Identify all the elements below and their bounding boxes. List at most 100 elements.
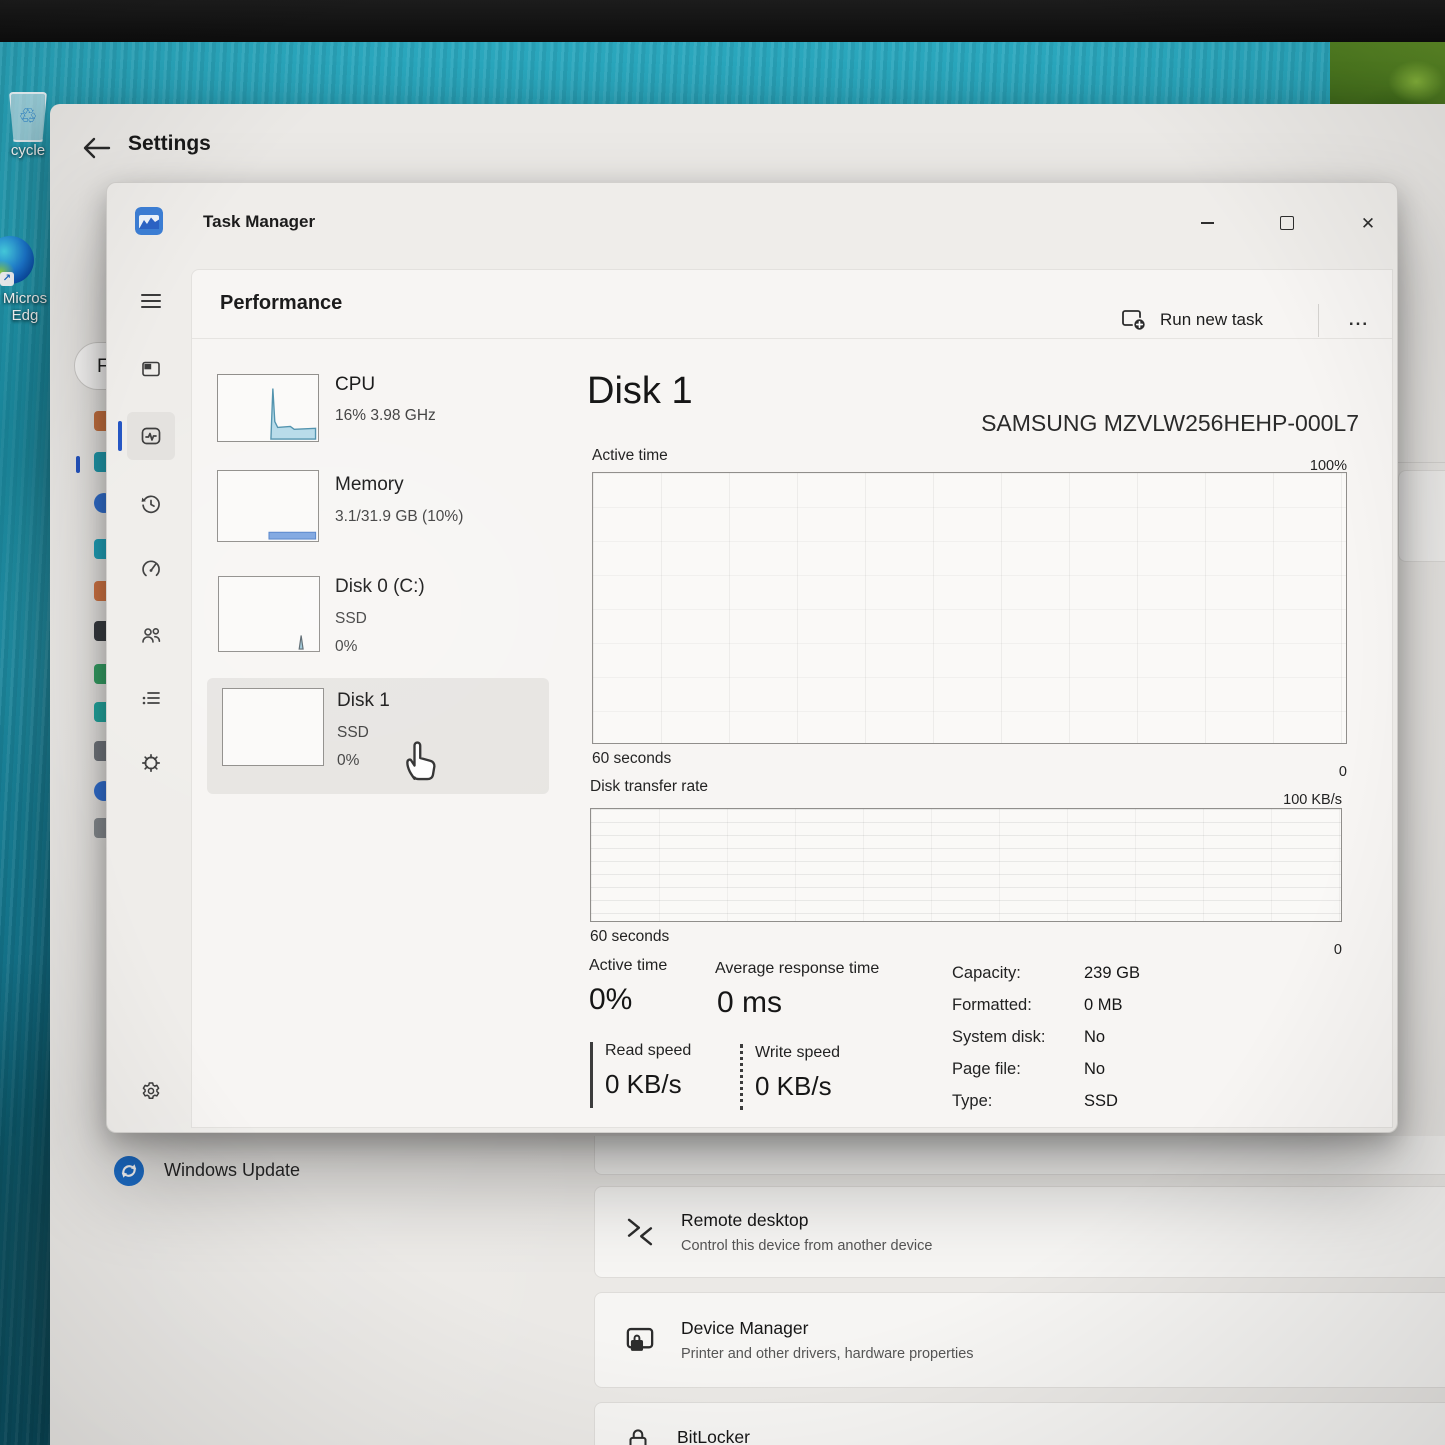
recycle-bin-label: cycle (2, 142, 54, 159)
sidebar-item-windows-update[interactable]: Windows Update (164, 1160, 300, 1181)
perf-item-name: Memory (335, 474, 404, 496)
startup-apps-icon (139, 557, 163, 581)
avg-response-stat-value: 0 ms (717, 986, 782, 1020)
sidebar-item-services[interactable] (129, 741, 173, 785)
back-button[interactable] (76, 128, 116, 168)
card-subtitle: Printer and other drivers, hardware prop… (681, 1346, 974, 1362)
performance-icon (139, 424, 163, 448)
window-title: Task Manager (203, 212, 315, 232)
read-speed-label: Read speed (605, 1042, 735, 1060)
transfer-min: 0 (1222, 942, 1342, 958)
task-manager-app-icon (135, 207, 163, 235)
page-title: Performance (220, 292, 342, 315)
stat-label: Formatted: (952, 996, 1032, 1015)
perf-item-memory[interactable]: Memory 3.1/31.9 GB (10%) (217, 470, 557, 562)
recycle-bin-icon: ♲ (9, 92, 47, 142)
settings-card-bitlocker[interactable]: BitLocker (594, 1402, 1445, 1445)
sidebar-selected-accent (118, 421, 122, 451)
lock-icon (623, 1425, 653, 1445)
menu-icon (139, 289, 163, 313)
write-speed-block: Write speed 0 KB/s (740, 1044, 885, 1110)
perf-item-disk0[interactable]: Disk 0 (C:) SSD 0% (218, 576, 558, 672)
settings-page-title: Settings (128, 132, 211, 156)
back-arrow-icon (76, 128, 116, 168)
card-title: BitLocker (677, 1427, 750, 1445)
shortcut-arrow-icon: ↗ (0, 272, 14, 286)
users-icon (139, 623, 163, 647)
more-options-button[interactable]: ... (1332, 300, 1386, 340)
card-title: Device Manager (681, 1318, 974, 1339)
toolbar-divider (1318, 304, 1319, 337)
sidebar-settings-button[interactable] (129, 1069, 173, 1113)
read-speed-block: Read speed 0 KB/s (590, 1042, 735, 1108)
stat-value: 239 GB (1084, 964, 1140, 983)
desktop-icon-microsoft-edge[interactable]: ↗ Micros Edg (0, 236, 52, 324)
active-time-chart-label: Active time (592, 447, 668, 465)
stat-label: Type: (952, 1092, 992, 1111)
processes-icon (139, 357, 163, 381)
desktop-icon-recycle-bin[interactable]: ♲ cycle (2, 92, 54, 159)
run-new-task-label: Run new task (1160, 310, 1263, 330)
settings-card-fragment[interactable] (594, 1136, 1445, 1175)
sidebar-item-processes[interactable] (129, 347, 173, 391)
transfer-chart-max: 100 KB/s (1222, 792, 1342, 808)
sidebar-item-app-history[interactable] (129, 482, 173, 526)
maximize-button[interactable] (1264, 205, 1310, 241)
active-time-xspan: 60 seconds (592, 750, 671, 768)
task-manager-window: Task Manager ✕ (106, 182, 1398, 1133)
perf-item-detail: 16% 3.98 GHz (335, 407, 436, 425)
right-card-fragment[interactable] (1398, 470, 1445, 562)
device-manager-icon (623, 1323, 657, 1357)
screen-photo: ♲ cycle ↗ Micros Edg Settings F (0, 0, 1445, 1445)
card-subtitle: Control this device from another device (681, 1238, 932, 1254)
active-time-chart (592, 472, 1347, 744)
stat-label: Capacity: (952, 964, 1021, 983)
run-new-task-icon (1120, 307, 1148, 333)
performance-panel: Performance Run new task ... CPU 16% 3 (191, 269, 1393, 1128)
remote-desktop-icon (623, 1215, 657, 1249)
sidebar-item-performance[interactable] (129, 414, 173, 458)
details-icon (139, 686, 163, 710)
close-icon: ✕ (1361, 215, 1375, 232)
windows-update-icon[interactable] (114, 1156, 144, 1186)
settings-card-device-manager[interactable]: Device Manager Printer and other drivers… (594, 1292, 1445, 1388)
transfer-chart (590, 808, 1342, 922)
active-time-stat-value: 0% (589, 983, 632, 1017)
detail-heading: Disk 1 (587, 370, 693, 413)
stat-value: No (1084, 1028, 1105, 1047)
perf-item-sub: SSD (335, 610, 367, 628)
minimize-button[interactable] (1184, 205, 1230, 241)
perf-item-name: CPU (335, 374, 375, 396)
close-button[interactable]: ✕ (1345, 205, 1391, 241)
services-icon (139, 751, 163, 775)
maximize-icon (1280, 216, 1294, 230)
stat-value: 0 MB (1084, 996, 1123, 1015)
right-card-edge (1396, 462, 1445, 463)
edge-label-1: Micros (0, 290, 52, 307)
transfer-xspan: 60 seconds (590, 928, 669, 946)
cursor-hand (398, 732, 444, 784)
perf-item-disk1[interactable]: Disk 1 SSD 0% (222, 688, 562, 788)
device-model: SAMSUNG MZVLW256HEHP-000L7 (892, 410, 1359, 437)
settings-gear-icon (139, 1079, 163, 1103)
sidebar-item-startup-apps[interactable] (129, 547, 173, 591)
perf-item-detail: 0% (337, 752, 359, 770)
transfer-chart-label: Disk transfer rate (590, 778, 708, 796)
stat-value: No (1084, 1060, 1105, 1079)
run-new-task-button[interactable]: Run new task (1112, 300, 1271, 340)
card-title: Remote desktop (681, 1210, 932, 1231)
active-time-min: 0 (1227, 764, 1347, 780)
perf-item-detail: 0% (335, 638, 357, 656)
read-speed-value: 0 KB/s (605, 1069, 735, 1100)
perf-item-name: Disk 1 (337, 690, 390, 712)
sidebar-item-users[interactable] (129, 613, 173, 657)
sidebar-menu-button[interactable] (129, 279, 173, 323)
perf-item-cpu[interactable]: CPU 16% 3.98 GHz (217, 374, 557, 466)
stat-value: SSD (1084, 1092, 1118, 1111)
app-history-icon (139, 492, 163, 516)
active-time-stat-label: Active time (589, 957, 667, 975)
sidebar-item-details[interactable] (129, 676, 173, 720)
stat-label: Page file: (952, 1060, 1021, 1079)
monitor-bezel (0, 0, 1445, 42)
settings-card-remote-desktop[interactable]: Remote desktop Control this device from … (594, 1186, 1445, 1278)
